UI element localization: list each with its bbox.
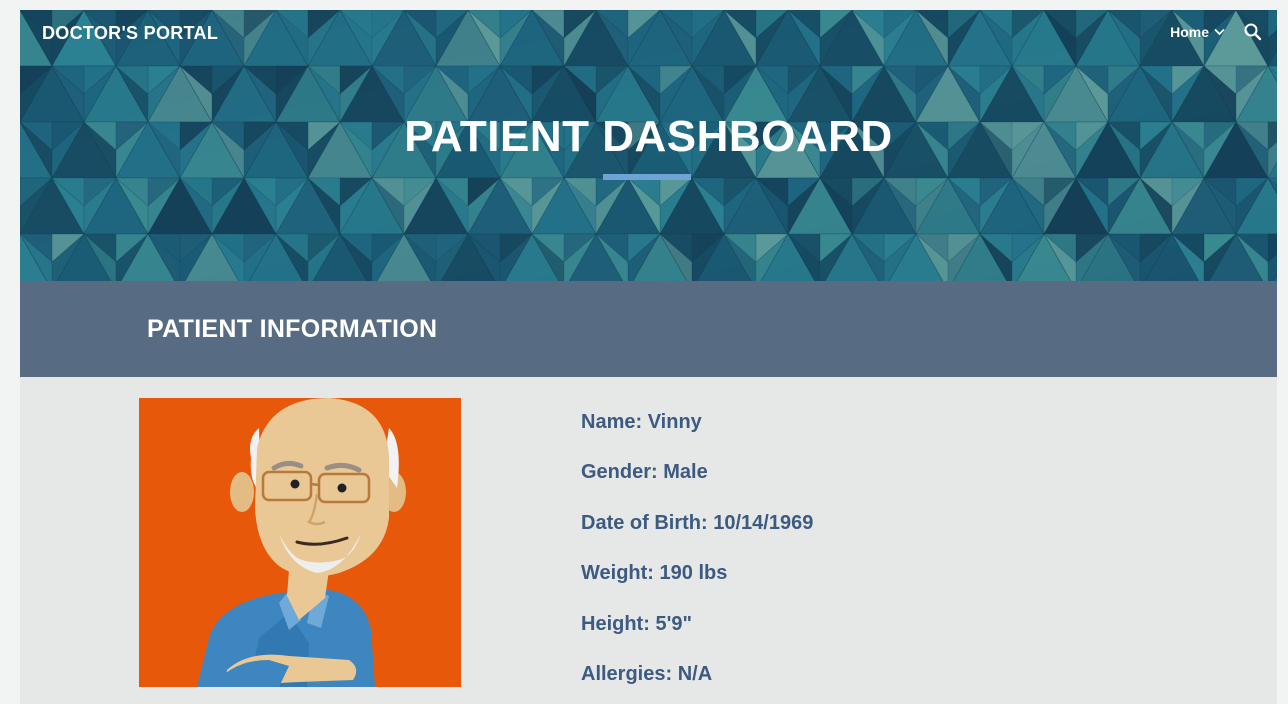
site-title[interactable]: DOCTOR'S PORTAL — [42, 23, 218, 44]
page-title: PATIENT DASHBOARD — [404, 112, 893, 161]
info-row-allergies: Allergies: N/A — [581, 662, 813, 704]
section-header: PATIENT INFORMATION — [20, 281, 1277, 377]
info-label: Gender: — [581, 461, 658, 484]
info-row-height: Height: 5'9" — [581, 612, 813, 662]
info-row-date-of-birth: Date of Birth: 10/14/1969 — [581, 511, 813, 561]
info-row-gender: Gender: Male — [581, 460, 813, 510]
header-banner: DOCTOR'S PORTAL Home PATIENT DASHBOARD — [20, 10, 1277, 281]
search-icon[interactable] — [1243, 22, 1263, 42]
info-row-weight: Weight: 190 lbs — [581, 561, 813, 611]
patient-info: Name: Vinny Gender: Male Date of Birth: 10… — [581, 410, 813, 704]
info-value: 5'9" — [655, 612, 692, 635]
info-label: Allergies: — [581, 662, 673, 685]
page: DOCTOR'S PORTAL Home PATIENT DASHBOARD P… — [20, 10, 1277, 704]
info-value: Male — [663, 461, 708, 484]
top-nav: Home — [1170, 22, 1263, 42]
info-value: 190 lbs — [659, 562, 728, 585]
title-underline — [603, 174, 691, 180]
info-label: Date of Birth: — [581, 511, 708, 534]
nav-home-link[interactable]: Home — [1170, 24, 1225, 40]
info-label: Weight: — [581, 562, 654, 585]
info-label: Height: — [581, 612, 650, 635]
info-value: Vinny — [647, 411, 702, 433]
info-label: Name: — [581, 411, 643, 433]
info-value: 10/14/1969 — [713, 511, 814, 534]
info-row-name: Name: Vinny — [581, 410, 813, 460]
patient-photo — [139, 398, 461, 687]
nav-home-label: Home — [1170, 24, 1209, 40]
patient-avatar-illustration — [197, 398, 406, 687]
chevron-down-icon — [1214, 28, 1225, 36]
section-title: PATIENT INFORMATION — [147, 315, 438, 343]
info-value: N/A — [677, 662, 713, 685]
